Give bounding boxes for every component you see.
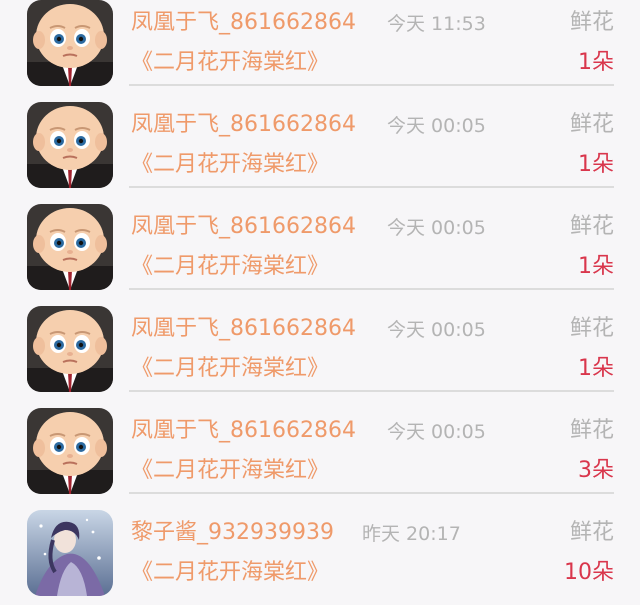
gift-count: 1朵 bbox=[578, 152, 614, 177]
send-time: 今天 00:05 bbox=[387, 421, 486, 443]
gift-title[interactable]: 《二月花开海棠红》 bbox=[131, 251, 329, 283]
gift-title[interactable]: 《二月花开海棠红》 bbox=[131, 557, 329, 589]
user-avatar[interactable] bbox=[27, 0, 113, 86]
sender-name[interactable]: 黎子酱_932939939 bbox=[131, 518, 334, 548]
sender-name[interactable]: 凤凰于飞_861662864 bbox=[131, 110, 356, 140]
row-divider bbox=[129, 288, 614, 290]
gift-record-row[interactable]: 凤凰于飞_861662864 今天 00:05 鲜花 《二月花开海棠红》 3朵 bbox=[0, 408, 640, 510]
sender-name[interactable]: 凤凰于飞_861662864 bbox=[131, 314, 356, 344]
boss-baby-avatar-icon bbox=[27, 0, 113, 86]
gift-count: 1朵 bbox=[578, 356, 614, 381]
row-divider bbox=[129, 186, 614, 188]
user-avatar[interactable] bbox=[27, 204, 113, 290]
gift-count: 10朵 bbox=[564, 560, 614, 585]
gift-type: 鲜花 bbox=[569, 214, 614, 239]
gift-record-row[interactable]: 凤凰于飞_861662864 今天 00:05 鲜花 《二月花开海棠红》 1朵 bbox=[0, 204, 640, 306]
gift-record-row[interactable]: 凤凰于飞_861662864 今天 00:05 鲜花 《二月花开海棠红》 1朵 bbox=[0, 102, 640, 204]
anime-character-avatar-icon bbox=[27, 510, 113, 596]
boss-baby-avatar-icon bbox=[27, 204, 113, 290]
send-time: 今天 11:53 bbox=[387, 13, 486, 35]
boss-baby-avatar-icon bbox=[27, 102, 113, 188]
send-time: 昨天 20:17 bbox=[362, 523, 461, 545]
gift-record-row[interactable]: 黎子酱_932939939 昨天 20:17 鲜花 《二月花开海棠红》 10朵 bbox=[0, 510, 640, 605]
gift-title[interactable]: 《二月花开海棠红》 bbox=[131, 149, 329, 181]
user-avatar[interactable] bbox=[27, 408, 113, 494]
gift-type: 鲜花 bbox=[569, 520, 614, 545]
gift-type: 鲜花 bbox=[569, 316, 614, 341]
send-time: 今天 00:05 bbox=[387, 319, 486, 341]
gift-title[interactable]: 《二月花开海棠红》 bbox=[131, 353, 329, 385]
gift-count: 1朵 bbox=[578, 50, 614, 75]
row-divider bbox=[129, 390, 614, 392]
gift-type: 鲜花 bbox=[569, 418, 614, 443]
gift-record-row[interactable]: 凤凰于飞_861662864 今天 11:53 鲜花 《二月花开海棠红》 1朵 bbox=[0, 0, 640, 102]
gift-record-list: 凤凰于飞_861662864 今天 11:53 鲜花 《二月花开海棠红》 1朵 bbox=[0, 0, 640, 605]
gift-title[interactable]: 《二月花开海棠红》 bbox=[131, 47, 329, 79]
gift-type: 鲜花 bbox=[569, 10, 614, 35]
send-time: 今天 00:05 bbox=[387, 217, 486, 239]
gift-title[interactable]: 《二月花开海棠红》 bbox=[131, 455, 329, 487]
user-avatar[interactable] bbox=[27, 102, 113, 188]
sender-name[interactable]: 凤凰于飞_861662864 bbox=[131, 212, 356, 242]
row-divider bbox=[129, 84, 614, 86]
sender-name[interactable]: 凤凰于飞_861662864 bbox=[131, 8, 356, 38]
gift-type: 鲜花 bbox=[569, 112, 614, 137]
sender-name[interactable]: 凤凰于飞_861662864 bbox=[131, 416, 356, 446]
gift-count: 3朵 bbox=[578, 458, 614, 483]
user-avatar[interactable] bbox=[27, 510, 113, 596]
user-avatar[interactable] bbox=[27, 306, 113, 392]
row-divider bbox=[129, 492, 614, 494]
boss-baby-avatar-icon bbox=[27, 408, 113, 494]
send-time: 今天 00:05 bbox=[387, 115, 486, 137]
boss-baby-avatar-icon bbox=[27, 306, 113, 392]
gift-record-row[interactable]: 凤凰于飞_861662864 今天 00:05 鲜花 《二月花开海棠红》 1朵 bbox=[0, 306, 640, 408]
gift-count: 1朵 bbox=[578, 254, 614, 279]
